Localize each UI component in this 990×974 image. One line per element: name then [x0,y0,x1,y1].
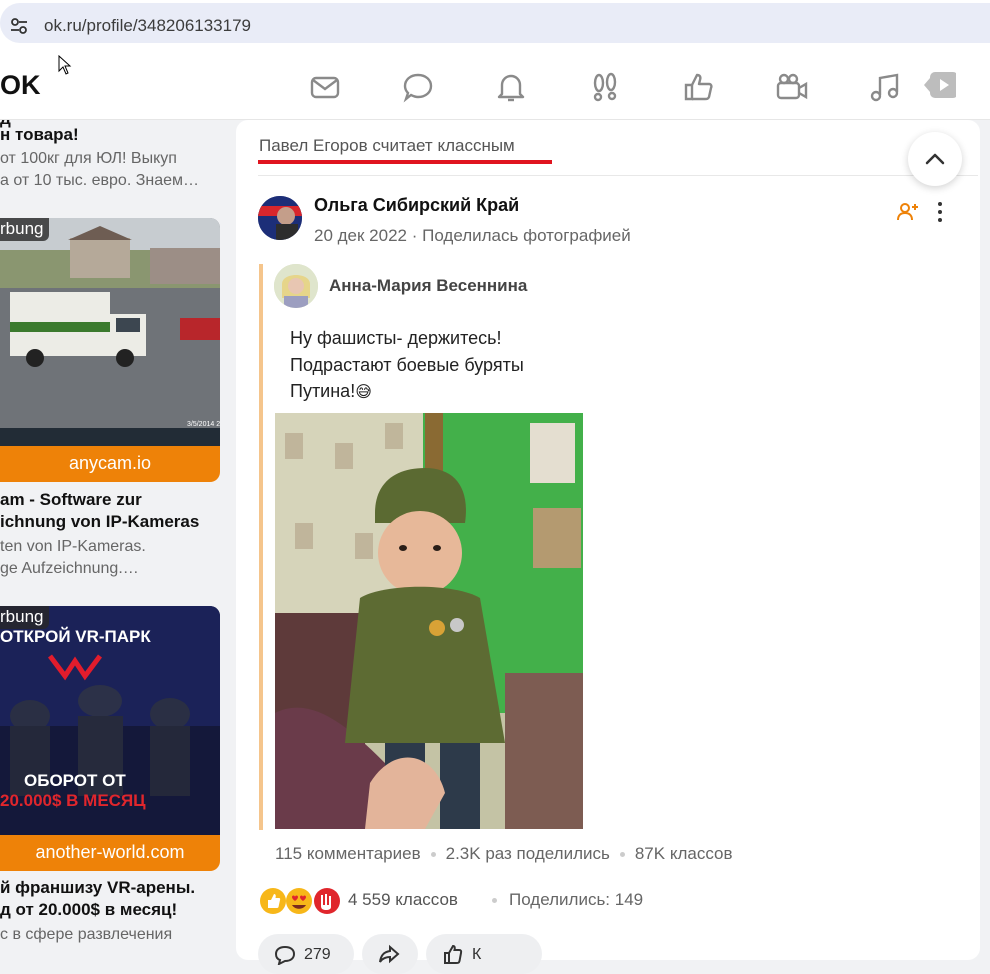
repost-bar [259,264,263,830]
ad-description: ten von IP-Kameras. [0,538,146,555]
share-button[interactable] [362,934,418,974]
ads-column: д н товара! от 100кг для ЮЛ! Выкуп а от … [0,120,225,950]
ad-card-anycam[interactable]: 3/5/2014 2:5 rbung anycam.io [0,218,220,482]
ad-title[interactable]: am - Software zur [0,489,142,511]
ad-title[interactable]: ichnung von IP-Kameras [0,511,199,533]
post-shares-count[interactable]: Поделились: 149 [492,890,643,910]
ok-logo[interactable]: OK [0,70,41,101]
add-friend-icon[interactable] [896,200,920,224]
reactions-icons[interactable] [259,886,343,916]
author-avatar[interactable] [258,196,302,240]
more-options-icon[interactable] [930,200,950,224]
repost-text-line: Ну фашисты- держитесь! [290,328,502,348]
repost-text-line: Путина!😅 [290,378,524,407]
post-date[interactable]: 20 дек 2022 [314,226,407,245]
like-thumb-icon[interactable] [682,70,716,104]
street-scene-image: 3/5/2014 2:5 [0,218,220,446]
liked-by-header[interactable]: Павел Егоров считает классным [259,136,515,156]
ad-title[interactable]: н товара! [0,124,79,146]
likes-count[interactable]: 87K классов [635,844,733,863]
ad-description: с в сфере развлечения [0,926,173,943]
separator-dot [492,898,497,904]
photo-stats: 115 комментариев 2.3K раз поделились 87K к… [275,844,733,864]
music-note-icon[interactable] [868,70,902,104]
ad-label: rbung [0,606,50,629]
post-meta: 20 дек 2022 · Поделилась фотографией [314,226,631,245]
ad-image-vr[interactable]: ОТКРОЙ VR-ПАРК ОБОРОТ ОТ 20.000$ В МЕСЯЦ… [0,606,220,835]
thumb-up-icon [444,944,463,964]
comment-icon [274,945,296,965]
ad-description: а от 10 тыс. евро. Знаем… [0,172,200,189]
repost-text: Ну фашисты- держитесь! Подрастают боевые… [290,325,524,407]
ad-description: от 100кг для ЮЛ! Выкуп [0,150,177,167]
class-label: К [472,946,482,963]
divider [258,175,978,176]
ad-image-street-camera[interactable]: 3/5/2014 2:5 rbung [0,218,220,446]
shares-count[interactable]: 2.3K раз поделились [446,844,610,863]
post-photo[interactable] [275,413,583,829]
post-action: Поделилась фотографией [422,226,631,245]
post-author-name[interactable]: Ольга Сибирский Край [314,195,519,216]
repost-author-avatar[interactable] [274,264,318,308]
mail-icon[interactable] [308,70,342,104]
ad-title[interactable]: д от 20.000$ в месяц! [0,899,177,921]
repost-text-word: Путина! [290,381,356,401]
svg-text:3/5/2014 2:5: 3/5/2014 2:5 [187,421,220,428]
post-likes-count[interactable]: 4 559 классов [348,890,458,910]
child-in-uniform-photo [275,413,583,829]
repost-text-line: Подрастают боевые буряты [290,354,524,375]
comments-count[interactable]: 115 комментариев [275,844,421,863]
ad-description: ge Aufzeichnung.… [0,560,139,577]
post-shares-label[interactable]: Поделились: 149 [509,890,643,909]
ad-label: rbung [0,218,50,241]
class-like-button[interactable]: К [426,934,542,974]
guests-footprints-icon[interactable] [588,70,622,104]
video-camera-icon[interactable] [775,70,809,104]
ad-url[interactable]: anycam.io [0,446,220,482]
mouse-cursor-icon [58,55,72,75]
comment-count: 279 [304,946,331,963]
ad-banner-headline: ОТКРОЙ VR-ПАРК [0,627,151,646]
url-text[interactable]: ok.ru/profile/348206133179 [44,16,251,36]
vr-players-image: ОТКРОЙ VR-ПАРК ОБОРОТ ОТ 20.000$ В МЕСЯЦ [0,606,220,835]
browser-address-bar: ok.ru/profile/348206133179 [0,0,990,50]
ad-url[interactable]: another-world.com [0,835,220,871]
comment-button[interactable]: 279 [258,934,354,974]
ad-title[interactable]: й франшизу VR-арены. [0,877,195,899]
scroll-up-button[interactable] [908,132,962,186]
ad-banner-line2: 20.000$ В МЕСЯЦ [0,791,146,810]
repost-author-name[interactable]: Анна-Мария Весеннина [329,276,527,296]
highlight-underline [258,160,552,164]
ad-banner-line1: ОБОРОТ ОТ [24,771,126,790]
ad-card-vr-park[interactable]: ОТКРОЙ VR-ПАРК ОБОРОТ ОТ 20.000$ В МЕСЯЦ… [0,606,220,871]
share-arrow-icon [379,944,400,964]
bell-icon[interactable] [494,70,528,104]
url-field[interactable]: ok.ru/profile/348206133179 [0,3,990,43]
play-video-icon[interactable] [922,68,958,102]
separator-dot [619,852,625,858]
separator-dot [430,852,436,858]
sweat-smile-emoji-icon: 😅 [355,384,372,401]
chat-icon[interactable] [401,70,435,104]
feed-post-card: Павел Егоров считает классным Ольга Сиби… [236,120,980,974]
chevron-up-icon [925,153,945,165]
site-settings-icon[interactable] [10,17,28,35]
